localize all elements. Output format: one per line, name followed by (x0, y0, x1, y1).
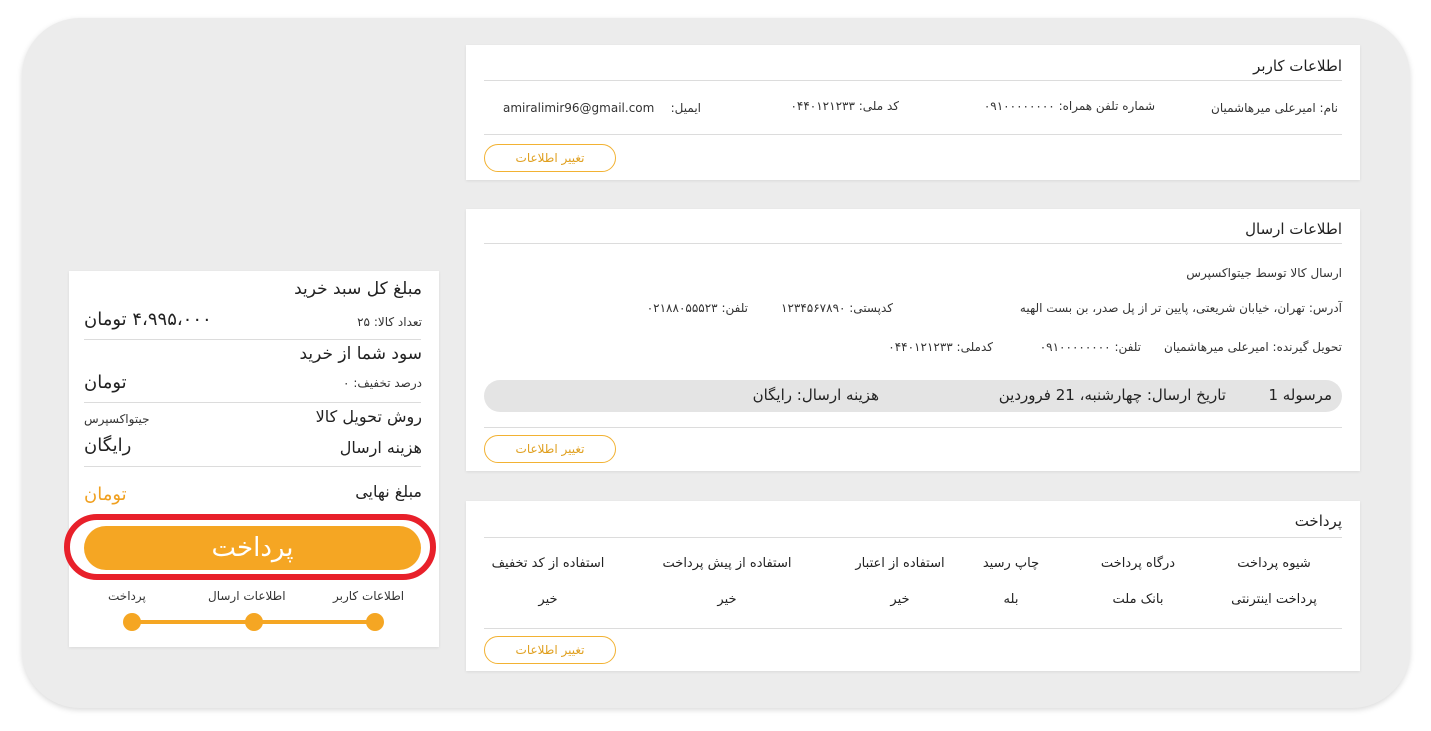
divider (84, 402, 421, 403)
step-label-user-info: اطلاعات کاربر (333, 589, 405, 603)
divider (484, 243, 1342, 244)
parcel-send-cost: هزینه ارسال: رایگان (752, 386, 879, 404)
item-count: تعداد کالا: ۲۵ (357, 315, 422, 329)
divider (84, 466, 421, 467)
final-amount-value: تومان (84, 484, 127, 505)
payment-title: پرداخت (1294, 512, 1342, 530)
divider (484, 134, 1342, 135)
shipping-info-title: اطلاعات ارسال (1245, 220, 1342, 238)
divider (84, 339, 421, 340)
payment-header-method: شیوه پرداخت (1237, 556, 1311, 571)
final-amount-label: مبلغ نهایی (355, 482, 422, 501)
delivery-method-value: جیتواکسپرس (84, 412, 150, 426)
divider (484, 80, 1342, 81)
cart-total-label: مبلغ کل سبد خرید (294, 279, 422, 299)
payment-header-discount-code: استفاده از کد تخفیف (491, 556, 605, 571)
divider (484, 537, 1342, 538)
step-dot-shipping-info (245, 613, 263, 631)
parcel-send-date: تاریخ ارسال: چهارشنبه، 21 فروردین (998, 386, 1226, 404)
shipping-cost-label: هزینه ارسال (339, 438, 422, 457)
user-email-value: amiralimir96@gmail.com (503, 101, 655, 115)
user-name: نام: امیرعلی میرهاشمیان (1211, 101, 1338, 115)
user-info-title: اطلاعات کاربر (1253, 57, 1342, 75)
payment-header-credit: استفاده از اعتبار (855, 556, 945, 571)
shipping-cost-value: رایگان (84, 435, 132, 456)
step-label-payment: پرداخت (108, 589, 146, 603)
cart-total-value: ۴،۹۹۵،۰۰۰ تومان (84, 309, 212, 330)
user-phone: شماره تلفن همراه: ۰۹۱۰۰۰۰۰۰۰۰ (983, 99, 1155, 113)
payment-value-prepayment: خیر (717, 592, 737, 607)
shipping-receiver-phone: تلفن: ۰۹۱۰۰۰۰۰۰۰۰ (1039, 340, 1141, 354)
discount-percent: درصد تخفیف: ۰ (343, 376, 422, 390)
shipping-address: آدرس: تهران، خیابان شریعتی، پایین تر از … (1019, 301, 1342, 315)
edit-payment-button[interactable]: تغییر اطلاعات (484, 636, 616, 664)
user-national-code: کد ملی: ۰۴۴۰۱۲۱۲۳۳ (790, 99, 899, 113)
payment-value-gateway: بانک ملت (1112, 592, 1164, 607)
user-email-label: ایمیل: (670, 101, 701, 115)
parcel-number: مرسوله 1 (1268, 386, 1332, 404)
divider (484, 427, 1342, 428)
payment-value-method: پرداخت اینترنتی (1231, 592, 1317, 607)
edit-user-info-button[interactable]: تغییر اطلاعات (484, 144, 616, 172)
shipping-receiver-national-code: کدملی: ۰۴۴۰۱۲۱۲۳۳ (888, 340, 993, 354)
shipping-receiver: تحویل گیرنده: امیرعلی میرهاشمیان (1164, 340, 1342, 354)
payment-header-prepayment: استفاده از پیش پرداخت (662, 556, 792, 571)
shipping-postal-code: کدپستی: ۱۲۳۴۵۶۷۸۹۰ (781, 301, 893, 315)
payment-value-discount-code: خیر (538, 592, 558, 607)
step-dot-user-info (366, 613, 384, 631)
payment-value-credit: خیر (890, 592, 910, 607)
step-label-shipping-info: اطلاعات ارسال (208, 589, 286, 603)
shipping-carrier: ارسال کالا توسط جیتواکسپرس (1186, 266, 1342, 280)
shipping-phone: تلفن: ۰۲۱۸۸۰۵۵۵۲۳ (646, 301, 748, 315)
pay-button-highlight (64, 514, 436, 580)
step-dot-payment (123, 613, 141, 631)
edit-shipping-info-button[interactable]: تغییر اطلاعات (484, 435, 616, 463)
profit-label: سود شما از خرید (299, 344, 422, 364)
payment-header-gateway: درگاه پرداخت (1100, 556, 1176, 571)
delivery-method-label: روش تحویل کالا (315, 407, 422, 426)
divider (484, 628, 1342, 629)
profit-value: تومان (84, 372, 127, 393)
